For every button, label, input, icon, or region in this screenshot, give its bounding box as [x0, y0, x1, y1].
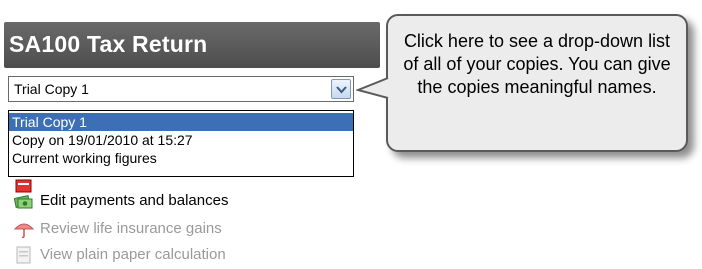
callout-pointer — [356, 77, 389, 99]
task-label: Review life insurance gains — [40, 220, 222, 237]
panel-title: SA100 Tax Return — [9, 31, 208, 57]
copy-selector-list: Trial Copy 1 Copy on 19/01/2010 at 15:27… — [8, 110, 354, 177]
copy-option[interactable]: Trial Copy 1 — [9, 113, 353, 131]
task-label: Edit payments and balances — [40, 192, 229, 209]
chevron-down-icon — [336, 86, 347, 94]
copy-option[interactable]: Copy on 19/01/2010 at 15:27 — [9, 131, 353, 149]
dropdown-toggle-button[interactable] — [331, 79, 351, 99]
callout-text: Click here to see a drop-down list of al… — [403, 31, 671, 97]
panel-title-bar: SA100 Tax Return — [4, 22, 380, 68]
money-notes-icon — [13, 191, 34, 215]
copy-selector-value: Trial Copy 1 — [14, 81, 89, 97]
umbrella-icon — [13, 219, 35, 243]
copy-selector-dropdown[interactable]: Trial Copy 1 — [8, 76, 354, 102]
copy-option[interactable]: Current working figures — [9, 149, 353, 167]
task-label: View plain paper calculation — [40, 246, 226, 263]
help-callout: Click here to see a drop-down list of al… — [386, 14, 688, 152]
document-icon — [14, 245, 34, 269]
